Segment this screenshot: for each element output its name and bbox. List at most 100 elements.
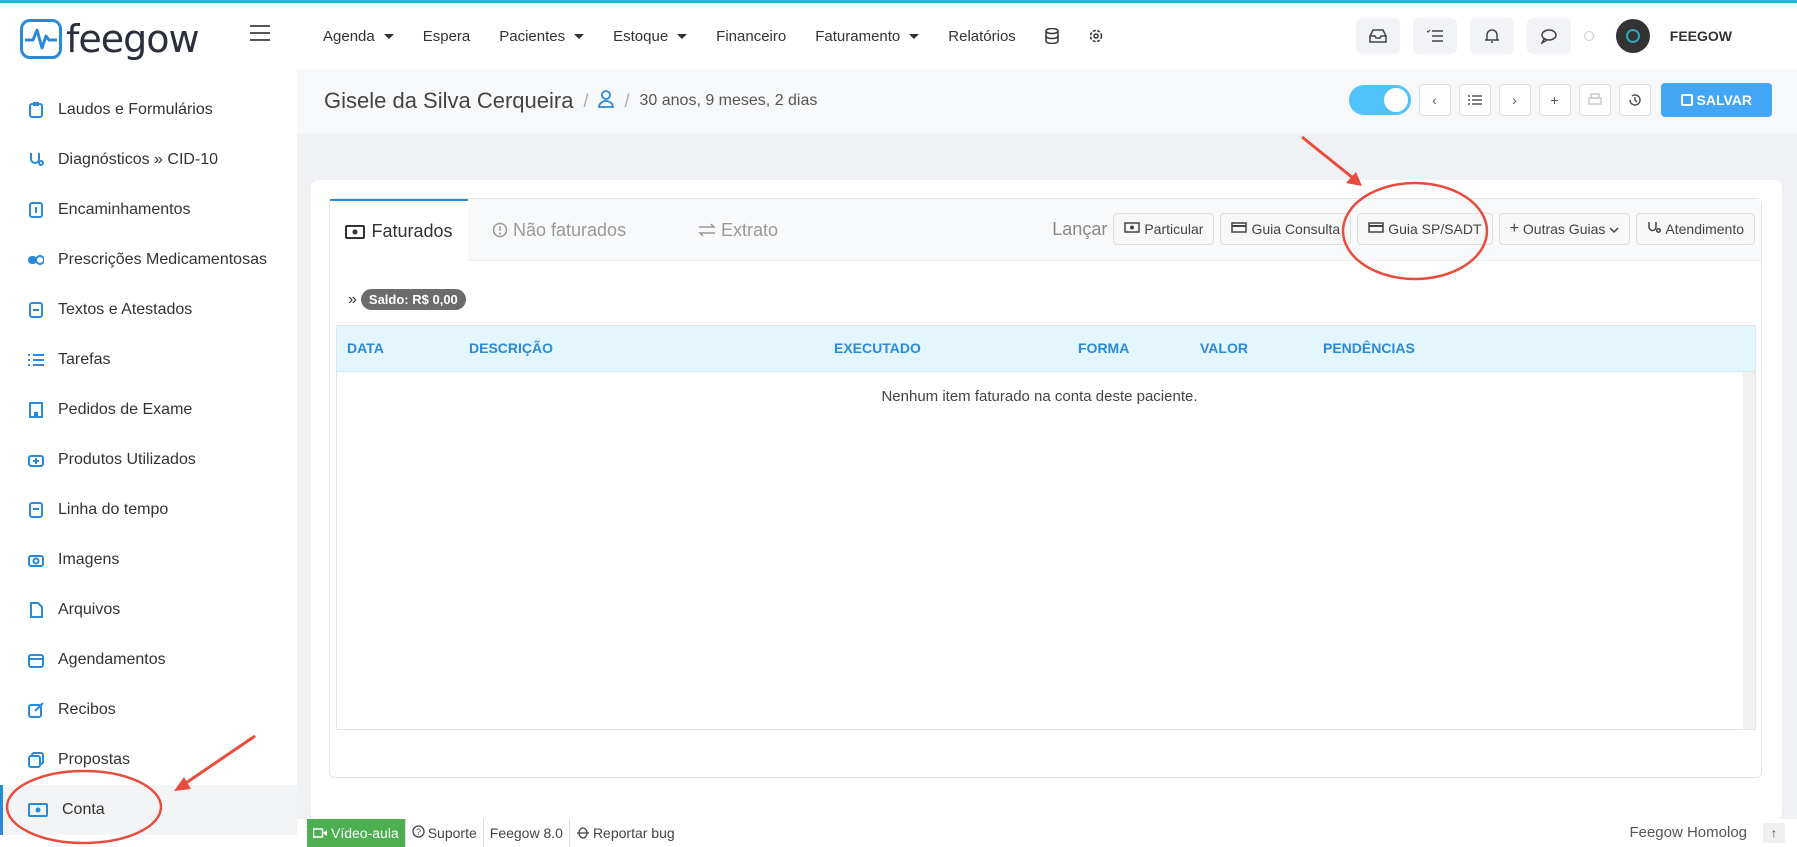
scroll-top-icon[interactable]: ↑ <box>1763 823 1785 843</box>
sidebar-item-propostas[interactable]: Propostas <box>0 735 297 785</box>
save-label: SALVAR <box>1696 92 1752 108</box>
money-icon <box>1124 222 1141 236</box>
edit-icon <box>28 702 44 718</box>
button-label: Guia Consulta <box>1251 221 1341 237</box>
column-header-pendencias[interactable]: PENDÊNCIAS <box>1323 340 1415 356</box>
plus-icon: + <box>1509 220 1519 237</box>
footer-label: Feegow 8.0 <box>489 825 563 841</box>
support-link[interactable]: ? Suporte <box>406 819 484 847</box>
video-aula-button[interactable]: Vídeo-aula <box>307 819 406 847</box>
scrollbar[interactable] <box>1743 372 1755 729</box>
column-header-valor[interactable]: VALOR <box>1200 340 1248 356</box>
bell-icon[interactable] <box>1469 18 1514 54</box>
balance-badge: Saldo: R$ 0,00 <box>360 289 466 310</box>
nav-pacientes[interactable]: Pacientes <box>499 28 585 45</box>
checklist-icon[interactable] <box>1412 18 1457 54</box>
sidebar-item-recibos[interactable]: Recibos <box>0 685 297 735</box>
tab-extrato[interactable]: Extrato <box>698 199 778 261</box>
particular-button[interactable]: Particular <box>1113 213 1215 245</box>
column-header-descricao[interactable]: DESCRIÇÃO <box>469 340 553 356</box>
top-navigation: Agenda Espera Pacientes Estoque Financei… <box>297 3 1797 69</box>
sidebar-item-label: Tarefas <box>58 351 111 368</box>
pills-icon <box>28 252 44 268</box>
document-icon <box>28 202 44 218</box>
save-button[interactable]: SALVAR <box>1660 83 1772 117</box>
print-button[interactable] <box>1578 84 1611 116</box>
page-title: Gisele da Silva Cerqueira <box>324 88 574 113</box>
timeline-icon <box>28 502 44 518</box>
column-header-data[interactable]: DATA <box>347 340 384 356</box>
sidebar-item-agendamentos[interactable]: Agendamentos <box>0 635 297 685</box>
sidebar-item-imagens[interactable]: Imagens <box>0 535 297 585</box>
sidebar-item-label: Produtos Utilizados <box>58 451 196 468</box>
chat-icon[interactable] <box>1526 18 1571 54</box>
nav-financeiro[interactable]: Financeiro <box>716 28 786 45</box>
add-button[interactable]: + <box>1538 84 1571 116</box>
breadcrumb-separator: / <box>583 90 589 111</box>
guia-sp-sadt-button[interactable]: Guia SP/SADT <box>1357 213 1493 245</box>
tab-nao-faturados[interactable]: Não faturados <box>492 199 626 261</box>
empty-message: Nenhum item faturado na conta deste paci… <box>881 388 1198 405</box>
nav-label: Estoque <box>613 27 669 45</box>
gear-icon[interactable] <box>1088 28 1104 44</box>
camera-icon <box>28 552 44 568</box>
file-text-icon <box>28 302 44 318</box>
feegow-logo[interactable]: feegow <box>20 17 200 61</box>
brand-name: feegow <box>66 17 200 61</box>
sidebar-item-produtos[interactable]: Produtos Utilizados <box>0 435 297 485</box>
sidebar-item-conta[interactable]: Conta <box>0 785 297 835</box>
sidebar-item-laudos[interactable]: Laudos e Formulários <box>0 85 297 135</box>
nav-label: Agenda <box>323 27 375 45</box>
sidebar-item-tarefas[interactable]: Tarefas <box>0 335 297 385</box>
sidebar-item-label: Propostas <box>58 751 131 768</box>
list-button[interactable] <box>1458 84 1491 116</box>
account-box: Faturados Não faturados Extrato Lançar P… <box>329 198 1762 778</box>
tab-bar: Faturados Não faturados Extrato Lançar P… <box>330 199 1761 262</box>
outras-guias-dropdown[interactable]: + Outras Guias <box>1498 213 1631 245</box>
sidebar-item-diagnosticos[interactable]: Diagnósticos » CID-10 <box>0 135 297 185</box>
sidebar-item-arquivos[interactable]: Arquivos <box>0 585 297 635</box>
atendimento-button[interactable]: Atendimento <box>1636 213 1755 245</box>
floppy-icon <box>1680 94 1693 106</box>
stethoscope-icon <box>28 152 44 168</box>
inbox-icon[interactable] <box>1355 18 1400 54</box>
svg-text:?: ? <box>416 827 421 837</box>
nav-faturamento[interactable]: Faturamento <box>815 28 920 45</box>
breadcrumb-separator: / <box>624 90 630 111</box>
hamburger-menu-icon[interactable] <box>250 25 270 41</box>
database-icon[interactable] <box>1045 28 1059 44</box>
file-icon <box>28 602 44 618</box>
double-chevron-icon[interactable]: » <box>348 291 357 309</box>
sidebar-item-label: Recibos <box>58 701 116 718</box>
credit-card-icon <box>1231 222 1248 236</box>
sidebar-item-prescricoes[interactable]: Prescrições Medicamentosas <box>0 235 297 285</box>
button-label: Atendimento <box>1665 221 1744 237</box>
previous-button[interactable]: ‹ <box>1418 84 1451 116</box>
sidebar-item-label: Conta <box>62 801 105 818</box>
sidebar-item-textos[interactable]: Textos e Atestados <box>0 285 297 335</box>
nav-espera[interactable]: Espera <box>423 28 471 45</box>
avatar[interactable] <box>1615 19 1650 53</box>
nav-agenda[interactable]: Agenda <box>323 28 394 45</box>
next-button[interactable]: › <box>1498 84 1531 116</box>
history-icon[interactable] <box>1618 84 1651 116</box>
credit-card-icon <box>1368 222 1384 236</box>
sidebar-item-pedidos-exame[interactable]: Pedidos de Exame <box>0 385 297 435</box>
report-bug-link[interactable]: Reportar bug <box>570 819 681 847</box>
guia-consulta-button[interactable]: Guia Consulta <box>1220 213 1352 245</box>
sidebar-item-label: Encaminhamentos <box>58 201 191 218</box>
launch-toolbar: Lançar Particular Guia Consulta Guia SP/… <box>1052 213 1761 245</box>
sidebar-item-label: Textos e Atestados <box>58 301 193 318</box>
nav-relatorios[interactable]: Relatórios <box>948 28 1016 45</box>
sidebar-item-label: Arquivos <box>58 601 121 618</box>
status-toggle[interactable] <box>1348 85 1411 115</box>
column-header-forma[interactable]: FORMA <box>1078 340 1129 356</box>
sidebar-item-linha-tempo[interactable]: Linha do tempo <box>0 485 297 535</box>
user-icon[interactable] <box>598 89 615 113</box>
sidebar-item-encaminhamentos[interactable]: Encaminhamentos <box>0 185 297 235</box>
tab-faturados[interactable]: Faturados <box>330 199 468 262</box>
user-name[interactable]: FEEGOW <box>1670 28 1732 44</box>
nav-estoque[interactable]: Estoque <box>613 27 688 45</box>
column-header-executado[interactable]: EXECUTADO <box>834 340 921 356</box>
button-label: Guia SP/SADT <box>1388 221 1482 237</box>
